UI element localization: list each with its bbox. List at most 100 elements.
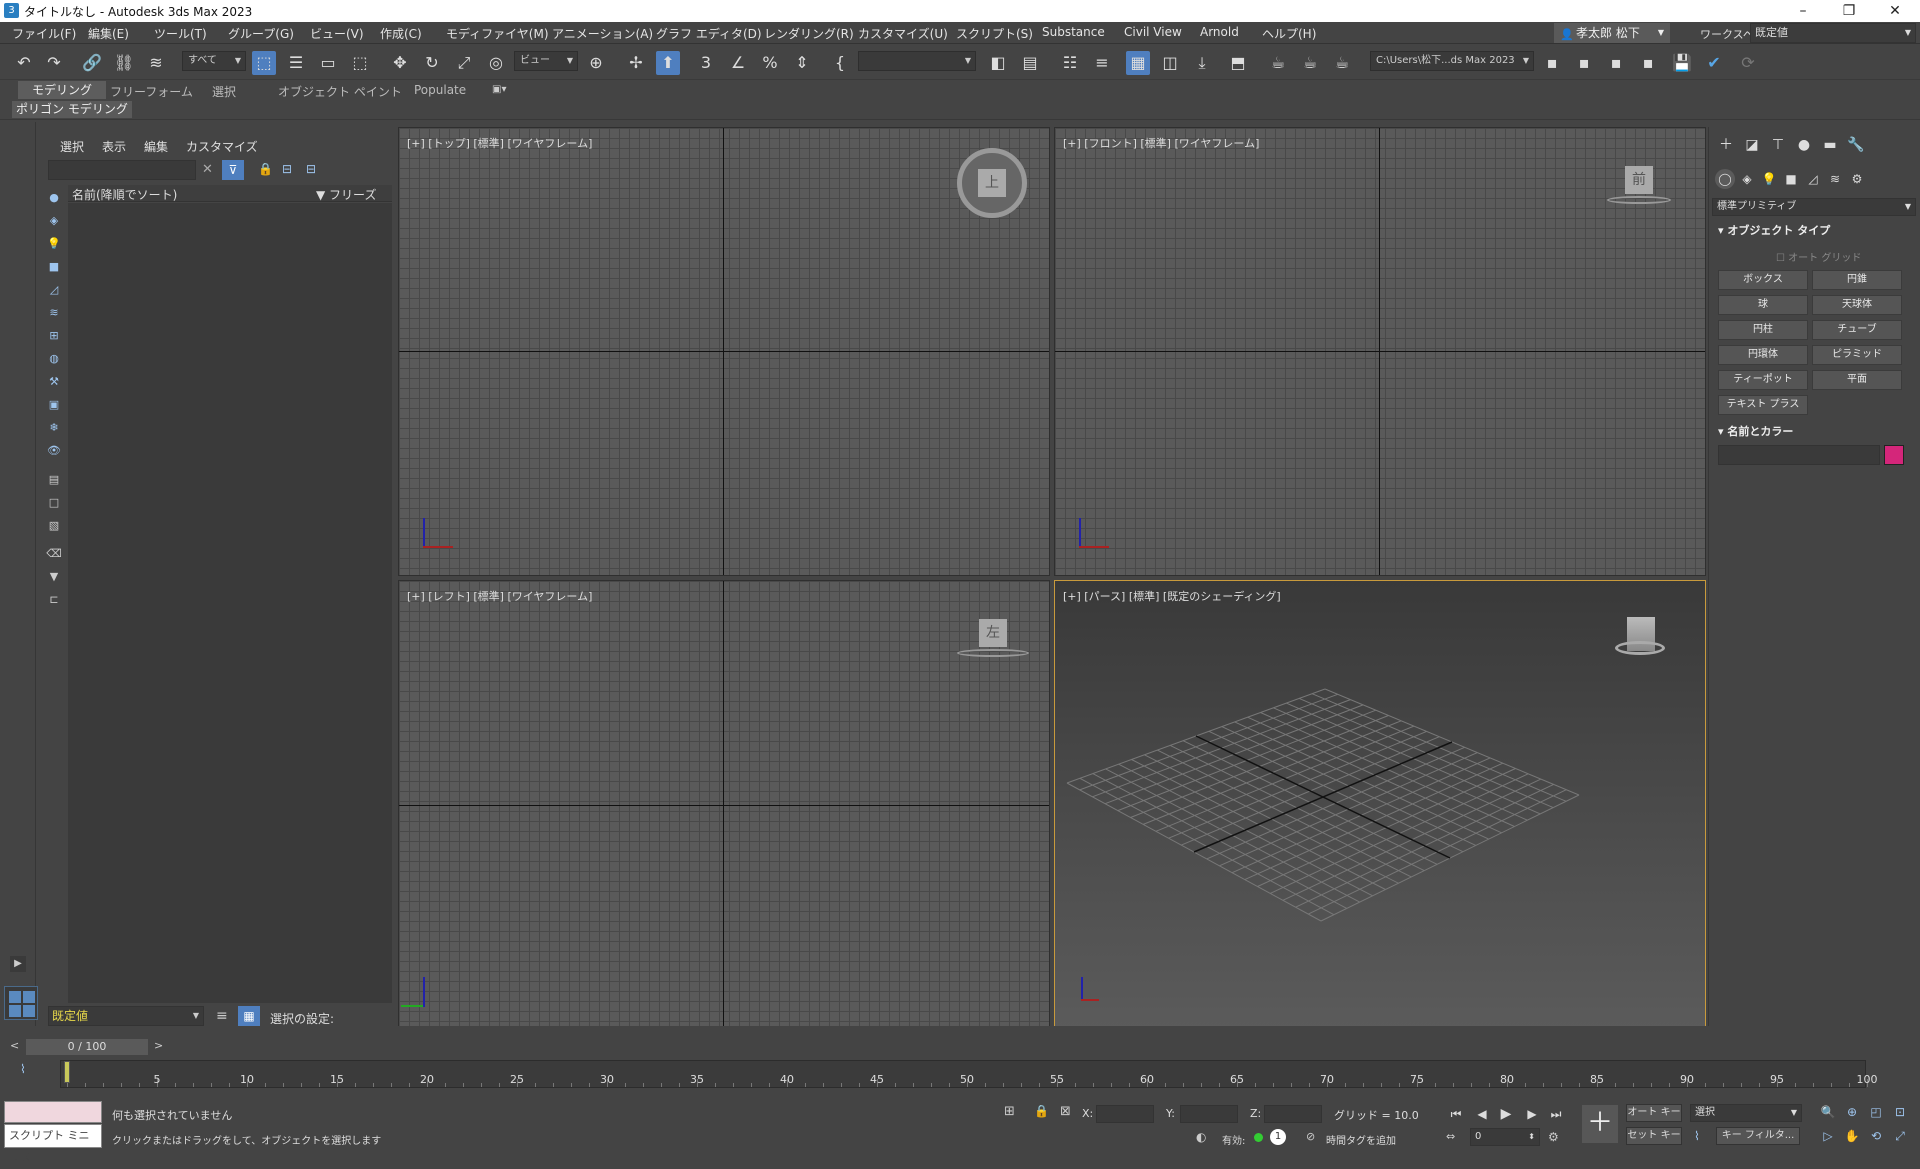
primitive-category-dropdown[interactable]: 標準プリミティブ ▼ [1712,198,1916,216]
select-by-name-icon[interactable]: ☰ [284,51,308,75]
search-input[interactable] [48,160,196,180]
xrefs-filter-icon[interactable]: ◍ [46,351,62,367]
zoom-icon[interactable]: 🔍 [1820,1104,1836,1120]
groups-filter-icon[interactable]: ⊞ [46,328,62,344]
window-crossing-icon[interactable]: ⬚ [348,51,372,75]
menu-select[interactable]: 選択 [60,138,84,155]
absolute-mode-icon[interactable]: ⊠ [1060,1104,1071,1119]
shapes-filter-icon[interactable]: ◈ [46,213,62,229]
rotate-icon[interactable]: ↻ [420,51,444,75]
set-key-icon[interactable]: ＋ [1582,1105,1618,1143]
explorer-list[interactable] [68,203,392,1003]
project-icon[interactable]: ▪ [1540,51,1564,75]
tab-populate[interactable]: Populate [414,83,466,97]
geometry-filter-icon[interactable]: ● [46,190,62,206]
selection-set-icon[interactable]: ▦ [238,1006,260,1026]
object-name-field[interactable] [1718,445,1880,465]
spacewarps-filter-icon[interactable]: ≋ [46,305,62,321]
named-selection-dropdown[interactable]: ▼ [858,51,976,71]
key-mode-icon[interactable]: ⇔ [1446,1130,1455,1143]
current-frame-field[interactable]: 0 ⬍ [1470,1128,1540,1146]
display-all-icon[interactable]: ▤ [46,472,62,488]
shapes-category-icon[interactable]: ◈ [1737,169,1757,189]
go-to-start-icon[interactable]: ⏮ [1446,1104,1466,1124]
z-coordinate-field[interactable] [1264,1105,1322,1123]
maximize-viewport-icon[interactable]: ⤢ [1892,1128,1908,1144]
timeline[interactable]: 0510152025303540455055606570758085909510… [60,1060,1878,1088]
color-swatch[interactable] [1884,445,1904,465]
lock-icon[interactable]: 🔒 [258,162,273,176]
viewcube[interactable]: 上 [978,169,1006,197]
check-icon[interactable]: ✔ [1702,51,1726,75]
percent-snap-icon[interactable]: % [758,51,782,75]
play-icon[interactable]: ▶ [1496,1104,1516,1124]
material-editor-icon[interactable]: ⤓ [1190,51,1214,75]
cylinder-button[interactable]: 円柱 [1718,320,1808,340]
menu-create[interactable]: 作成(C) [380,25,422,42]
menu-file[interactable]: ファイル(F) [12,25,76,42]
polygon-modeling-panel[interactable]: ポリゴン モデリング [12,101,132,118]
named-selection-icon[interactable]: { [828,51,852,75]
render-production-icon[interactable]: ☕ [1330,51,1354,75]
cameras-filter-icon[interactable]: ■ [46,259,62,275]
select-manipulate-icon[interactable]: ✢ [624,51,648,75]
prev-frame-arrow-icon[interactable]: < [10,1039,19,1052]
torus-button[interactable]: 円環体 [1718,345,1808,365]
viewport-front[interactable]: [+] [フロント] [標準] [ワイヤフレーム] 前 [1054,127,1706,576]
minimize-button[interactable]: – [1780,0,1826,22]
display-none-icon[interactable]: □ [46,495,62,511]
unlink-icon[interactable]: ⛓ [112,51,136,75]
pivot-icon[interactable]: ⊕ [584,51,608,75]
x-coordinate-field[interactable] [1096,1105,1154,1123]
geometry-category-icon[interactable]: ◯ [1715,169,1735,189]
layer-dropdown[interactable]: 既定値 ▼ [48,1006,204,1026]
spacewarps-category-icon[interactable]: ≋ [1825,169,1845,189]
render-frame-icon[interactable]: ☕ [1266,51,1290,75]
render-setup-icon[interactable]: ⬒ [1226,51,1250,75]
funnel-icon[interactable]: ▼ [46,569,62,585]
lights-category-icon[interactable]: 💡 [1759,169,1779,189]
menu-graph-editors[interactable]: グラフ エディタ(D) [656,25,762,42]
render-icon[interactable]: ☕ [1298,51,1322,75]
menu-customize-explorer[interactable]: カスタマイズ [186,138,258,155]
angle-snap-icon[interactable]: ∠ [726,51,750,75]
clear-search-icon[interactable]: ✕ [202,162,213,177]
set-key-button[interactable]: セット キー [1626,1127,1682,1145]
project-save-icon[interactable]: ▪ [1636,51,1660,75]
project-new-icon[interactable]: ▪ [1572,51,1596,75]
bones-filter-icon[interactable]: ⚒ [46,374,62,390]
maxscript-listener-input[interactable] [4,1101,102,1123]
autogrid-checkbox[interactable]: ☐ オート グリッド [1776,249,1861,264]
object-type-header[interactable]: ▾ オブジェクト タイプ [1712,222,1916,240]
ribbon-options-icon[interactable]: ▣▾ [492,84,506,95]
teapot-button[interactable]: ティーポット [1718,370,1808,390]
layers-icon[interactable]: ≡ [216,1008,228,1024]
tab-freeform[interactable]: フリーフォーム [110,83,193,100]
menu-help[interactable]: ヘルプ(H) [1262,25,1316,42]
keyboard-shortcut-icon[interactable]: ⬆ [656,51,680,75]
lock-selection-icon[interactable]: 🔒 [1034,1104,1049,1118]
modify-tab-icon[interactable]: ◪ [1741,135,1763,155]
viewport-top[interactable]: [+] [トップ] [標準] [ワイヤフレーム] 上 [398,127,1050,576]
curve-editor-icon[interactable]: ▦ [1126,51,1150,75]
menu-substance[interactable]: Substance [1042,25,1105,39]
key-filters-button[interactable]: キー フィルタ... [1716,1127,1800,1145]
user-account[interactable]: 👤 孝太郎 松下 ▼ [1554,23,1670,43]
display-invert-icon[interactable]: ▧ [46,518,62,534]
utilities-tab-icon[interactable]: 🔧 [1845,135,1867,155]
next-frame-icon[interactable]: ▶ [1522,1104,1542,1124]
snap-3d-icon[interactable]: 3 [694,51,718,75]
viewport-label[interactable]: [+] [トップ] [標準] [ワイヤフレーム] [407,135,592,151]
viewport-layout-icon[interactable] [4,986,38,1020]
link-icon[interactable]: 🔗 [80,51,104,75]
viewcube[interactable]: 左 [979,619,1007,647]
pyramid-button[interactable]: ピラミッド [1812,345,1902,365]
sort-icon[interactable]: ⊟ [306,162,316,176]
create-tab-icon[interactable]: ＋ [1715,135,1737,155]
time-slider[interactable]: 0 / 100 [26,1039,148,1055]
redo-icon[interactable]: ↷ [42,51,66,75]
visibility-filter-icon[interactable]: 👁 [46,443,62,459]
tab-object-paint[interactable]: オブジェクト ペイント [278,83,402,100]
field-of-view-icon[interactable]: ▷ [1820,1128,1836,1144]
cameras-category-icon[interactable]: ■ [1781,169,1801,189]
